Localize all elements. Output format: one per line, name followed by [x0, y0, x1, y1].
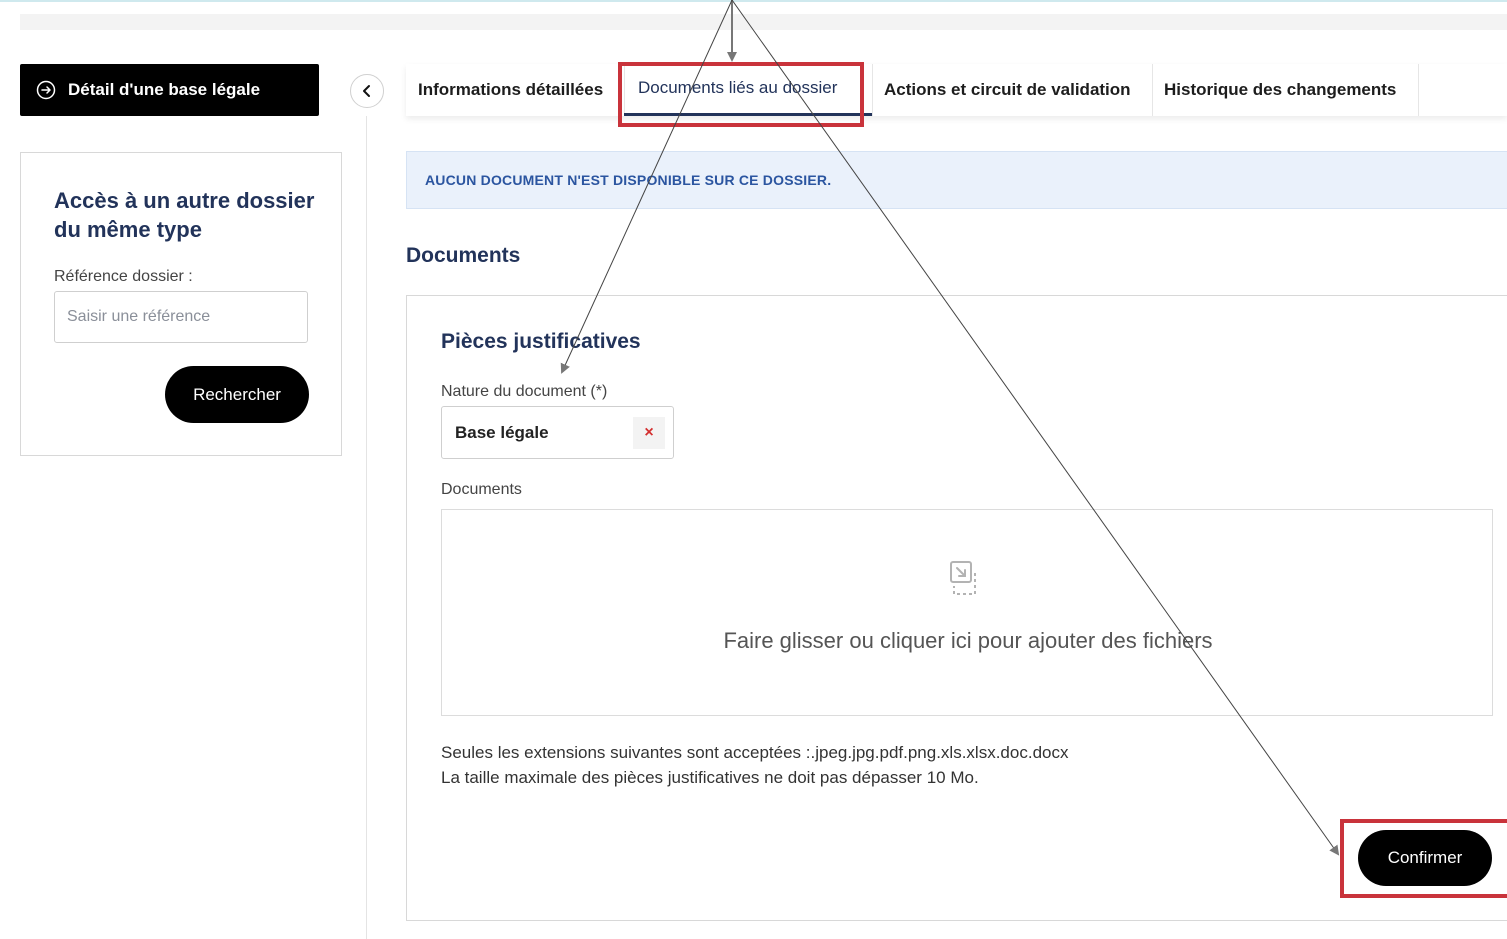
card-title: Accès à un autre dossier du même type	[54, 188, 315, 242]
tab-actions-circuit[interactable]: Actions et circuit de validation	[884, 64, 1131, 116]
other-file-access-card: Accès à un autre dossier du même type Ré…	[20, 152, 342, 456]
file-dropzone[interactable]: Faire glisser ou cliquer ici pour ajoute…	[441, 509, 1493, 716]
documents-section-title: Documents	[406, 244, 521, 267]
documents-label: Documents	[441, 481, 522, 498]
close-icon[interactable]: ×	[633, 417, 665, 449]
search-button[interactable]: Rechercher	[165, 366, 309, 423]
detail-button-label: Détail d'une base légale	[68, 80, 261, 99]
tab-divider	[1418, 64, 1419, 116]
tab-divider	[872, 64, 873, 116]
upload-constraints: Seules les extensions suivantes sont acc…	[441, 740, 1068, 790]
circle-arrow-right-icon	[36, 80, 56, 100]
nature-document-label: Nature du document (*)	[441, 383, 608, 400]
tab-bar: Informations détaillées Documents liés a…	[406, 64, 1507, 116]
reference-label: Référence dossier :	[54, 268, 193, 285]
nature-document-select[interactable]: Base légale ×	[441, 406, 674, 459]
pieces-justificatives-title: Pièces justificatives	[441, 330, 641, 353]
dropzone-text: Faire glisser ou cliquer ici pour ajoute…	[723, 628, 1213, 653]
extensions-text: Seules les extensions suivantes sont acc…	[441, 743, 1069, 762]
tab-informations-detaillees[interactable]: Informations détaillées	[418, 64, 603, 116]
chevron-left-icon	[363, 85, 370, 97]
panel-divider	[366, 116, 367, 939]
size-limit-text: La taille maximale des pièces justificat…	[441, 768, 979, 787]
top-bar	[20, 14, 1507, 30]
tab-historique[interactable]: Historique des changements	[1164, 64, 1396, 116]
highlight-box-confirm	[1340, 819, 1507, 898]
no-document-banner: AUCUN DOCUMENT N'EST DISPONIBLE SUR CE D…	[406, 151, 1507, 209]
highlight-box-tab	[618, 62, 864, 127]
top-accent-line	[0, 0, 1507, 2]
nature-document-value: Base légale	[455, 423, 549, 442]
tab-divider	[1152, 64, 1153, 116]
file-upload-icon	[950, 561, 976, 595]
detail-base-legale-button[interactable]: Détail d'une base légale	[20, 64, 319, 116]
collapse-panel-button[interactable]	[350, 74, 384, 108]
reference-input[interactable]	[54, 291, 308, 343]
